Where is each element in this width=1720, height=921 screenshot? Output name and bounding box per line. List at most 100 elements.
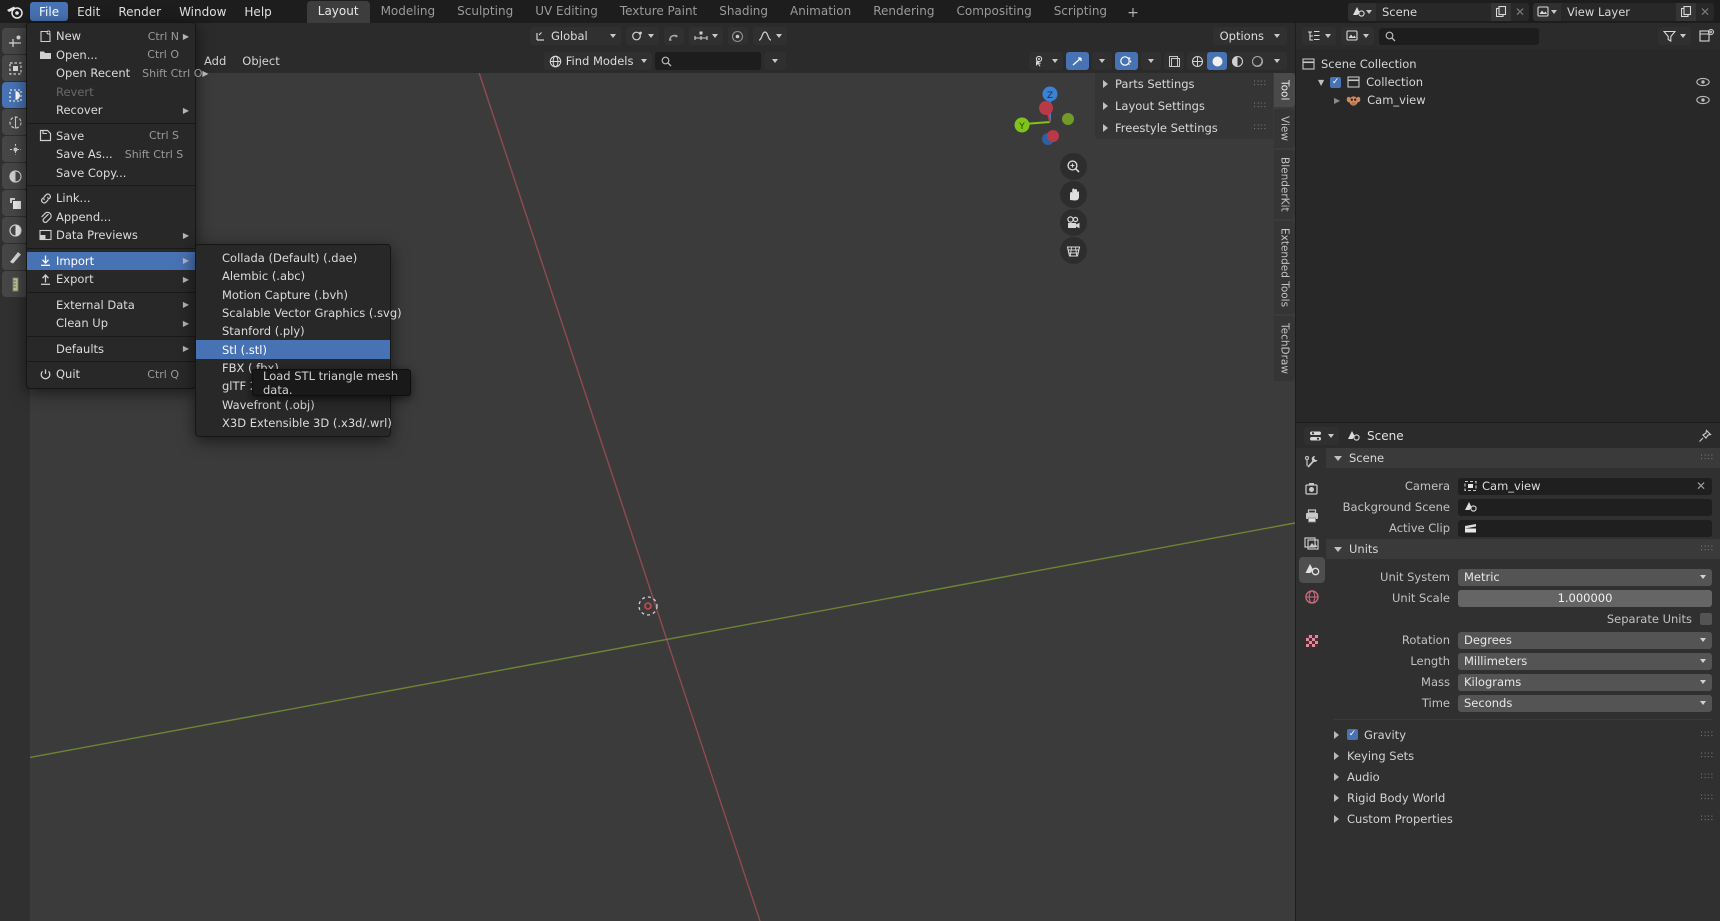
menu-render[interactable]: Render — [109, 2, 170, 21]
viewport-tab-tool[interactable]: Tool — [1274, 73, 1295, 108]
tab-render[interactable] — [1299, 476, 1325, 502]
snap-settings-dropdown[interactable] — [688, 27, 723, 45]
file-menu-item-external-data[interactable]: External Data ▶ — [27, 296, 195, 315]
camera-view-button[interactable] — [1060, 209, 1087, 236]
outliner-row[interactable]: ▼ ✓ Collection — [1296, 73, 1720, 91]
expand-triangle-icon[interactable]: ▼ — [1318, 78, 1324, 87]
side-panel-freestyle-settings[interactable]: Freestyle Settings ∷∷ — [1095, 117, 1273, 139]
section-drag-handle[interactable]: ∷∷ — [1701, 453, 1714, 463]
eye-icon[interactable] — [1696, 77, 1710, 87]
outliner-search-input[interactable] — [1379, 27, 1539, 45]
import-item-stl-stl[interactable]: Stl (.stl) — [196, 340, 390, 359]
model-search-input[interactable] — [655, 52, 762, 70]
scene-name[interactable]: Scene — [1376, 2, 1491, 21]
side-panel-parts-settings[interactable]: Parts Settings ∷∷ — [1095, 73, 1273, 95]
solid-shading-button[interactable] — [1207, 52, 1227, 70]
file-menu-item-export[interactable]: Export ▶ — [27, 270, 195, 289]
file-menu-item-new[interactable]: New Ctrl N ▶ — [27, 27, 195, 46]
tab-world[interactable] — [1299, 584, 1325, 610]
overlays-dropdown[interactable] — [1141, 52, 1161, 70]
property-field[interactable] — [1458, 498, 1712, 516]
search-expand-button[interactable] — [764, 52, 787, 70]
snap-magnet-toggle[interactable] — [663, 27, 684, 45]
outliner-row[interactable]: Scene Collection — [1296, 55, 1720, 73]
scene-selector[interactable]: Scene ✕ — [1348, 2, 1529, 21]
properties-panel-rigid-body-world[interactable]: Rigid Body World ∷∷ — [1326, 787, 1720, 808]
viewport-tab-extended-tools[interactable]: Extended Tools — [1274, 220, 1295, 315]
viewport-tab-techdraw[interactable]: TechDraw — [1274, 316, 1295, 381]
pin-button[interactable] — [1698, 428, 1712, 443]
workspace-tab-shading[interactable]: Shading — [708, 1, 779, 23]
import-item-stanford-ply[interactable]: Stanford (.ply) — [196, 322, 390, 340]
property-dropdown[interactable]: Seconds — [1458, 694, 1712, 712]
file-menu-item-open-recent[interactable]: Open Recent Shift Ctrl O ▶ — [27, 64, 209, 83]
file-menu-item-save[interactable]: Save Ctrl S — [27, 127, 195, 146]
workspace-tab-texture-paint[interactable]: Texture Paint — [609, 1, 708, 23]
workspace-tab-animation[interactable]: Animation — [779, 1, 862, 23]
property-dropdown[interactable]: Degrees — [1458, 631, 1712, 649]
file-menu-item-save-copy[interactable]: Save Copy... — [27, 164, 195, 183]
tool-ruler[interactable] — [2, 271, 28, 297]
properties-section-units[interactable]: Units ∷∷ — [1326, 539, 1720, 559]
eye-icon[interactable] — [1696, 95, 1710, 105]
viewlayer-selector[interactable]: View Layer ✕ — [1533, 2, 1714, 21]
material-preview-button[interactable] — [1227, 52, 1247, 70]
tab-tool[interactable] — [1299, 449, 1325, 475]
file-menu-item-defaults[interactable]: Defaults ▶ — [27, 340, 195, 359]
file-menu-item-data-previews[interactable]: Data Previews ▶ — [27, 226, 195, 245]
properties-panel-audio[interactable]: Audio ∷∷ — [1326, 766, 1720, 787]
new-collection-button[interactable] — [1699, 29, 1714, 43]
outliner-editor-type-dropdown[interactable] — [1302, 27, 1336, 45]
new-viewlayer-button[interactable] — [1676, 2, 1696, 21]
xray-toggle[interactable] — [1164, 52, 1184, 70]
navigation-gizmo[interactable]: Z Y — [1010, 78, 1090, 158]
import-item-scalable-vector-graphics-svg[interactable]: Scalable Vector Graphics (.svg) — [196, 304, 402, 322]
tool-select-box[interactable] — [2, 55, 28, 81]
properties-section-scene[interactable]: Scene ∷∷ — [1326, 448, 1720, 468]
tool-move[interactable] — [2, 109, 28, 135]
property-field[interactable] — [1458, 519, 1712, 537]
property-number-field[interactable]: 1.000000 — [1458, 589, 1712, 607]
menu-edit[interactable]: Edit — [68, 2, 109, 21]
separate-units-checkbox[interactable] — [1700, 613, 1712, 625]
viewport-options-dropdown[interactable]: Options — [1212, 27, 1287, 45]
panel-drag-handle[interactable]: ∷∷ — [1701, 730, 1714, 740]
tool-scale[interactable] — [2, 163, 28, 189]
file-menu-item-quit[interactable]: Quit Ctrl Q — [27, 365, 195, 384]
import-item-motion-capture-bvh[interactable]: Motion Capture (.bvh) — [196, 286, 390, 304]
blender-logo-icon[interactable] — [0, 0, 30, 23]
proportional-edit-toggle[interactable] — [727, 27, 748, 45]
file-menu-item-clean-up[interactable]: Clean Up ▶ — [27, 314, 195, 333]
add-workspace-button[interactable]: + — [1118, 3, 1148, 23]
workspace-tab-sculpting[interactable]: Sculpting — [446, 1, 524, 23]
tab-view-layer[interactable] — [1299, 530, 1325, 556]
panel-drag-handle[interactable]: ∷∷ — [1701, 793, 1714, 803]
object-menu[interactable]: Object — [234, 52, 287, 70]
import-item-wavefront-obj[interactable]: Wavefront (.obj) — [196, 395, 390, 413]
tool-measure[interactable] — [2, 244, 28, 270]
tab-output[interactable] — [1299, 503, 1325, 529]
tool-transform[interactable] — [2, 190, 28, 216]
gizmo-toggle[interactable] — [1066, 52, 1089, 70]
tool-rotate[interactable] — [2, 136, 28, 162]
workspace-tab-compositing[interactable]: Compositing — [945, 1, 1042, 23]
tab-scene[interactable] — [1299, 557, 1325, 583]
transform-orientation-dropdown[interactable]: Global — [530, 27, 621, 45]
import-item-collada-default-dae[interactable]: Collada (Default) (.dae) — [196, 249, 390, 267]
expand-triangle-icon[interactable]: ▶ — [1334, 96, 1340, 105]
properties-panel-custom-properties[interactable]: Custom Properties ∷∷ — [1326, 808, 1720, 829]
new-scene-button[interactable] — [1491, 2, 1511, 21]
property-dropdown[interactable]: Millimeters — [1458, 652, 1712, 670]
menu-help[interactable]: Help — [235, 2, 280, 21]
file-menu-item-open[interactable]: Open... Ctrl O — [27, 46, 195, 65]
side-panel-layout-settings[interactable]: Layout Settings ∷∷ — [1095, 95, 1273, 117]
property-dropdown[interactable]: Kilograms — [1458, 673, 1712, 691]
panel-drag-handle[interactable]: ∷∷ — [1701, 751, 1714, 761]
panel-drag-handle[interactable]: ∷∷ — [1254, 101, 1267, 111]
shading-dropdown[interactable] — [1267, 52, 1287, 70]
gizmo-dropdown[interactable] — [1092, 52, 1112, 70]
file-menu-item-link[interactable]: Link... — [27, 189, 195, 208]
visibility-checkbox[interactable]: ✓ — [1330, 76, 1342, 88]
shading-mode-group[interactable] — [1187, 52, 1287, 70]
panel-enable-checkbox[interactable]: ✓ — [1347, 729, 1358, 740]
